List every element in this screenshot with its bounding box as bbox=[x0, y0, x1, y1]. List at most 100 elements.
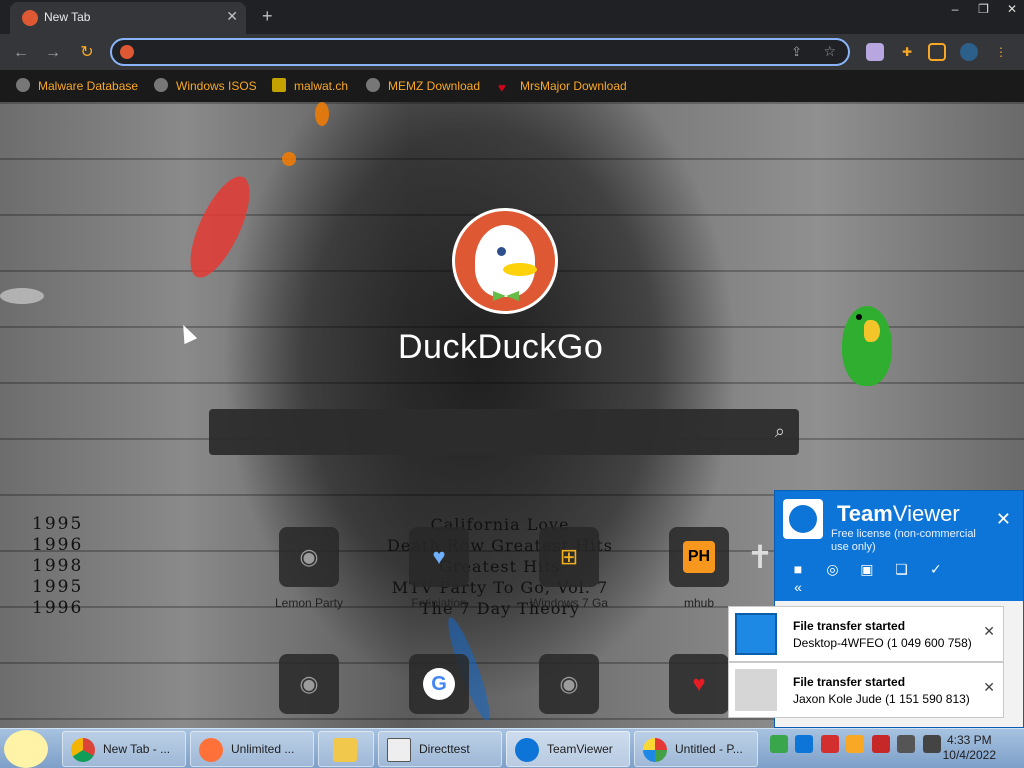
collapse-icon[interactable]: « bbox=[783, 579, 813, 595]
shortcut-tile[interactable]: ♥ bbox=[669, 654, 729, 714]
windows-icon: ⊞ bbox=[559, 544, 579, 569]
tray-icon[interactable] bbox=[770, 735, 788, 753]
year-text: 1996 bbox=[32, 535, 84, 555]
duckduckgo-favicon-icon bbox=[22, 10, 38, 26]
parrot-character[interactable] bbox=[836, 298, 898, 394]
globe-icon bbox=[154, 78, 168, 92]
clock-time: 4:33 PM bbox=[946, 733, 992, 747]
side-panel-icon[interactable] bbox=[928, 43, 946, 61]
year-text: 1995 bbox=[32, 514, 84, 534]
file-transfer-notification[interactable]: File transfer started Desktop-4WFEO (1 0… bbox=[728, 606, 1004, 662]
tab-new-tab[interactable]: New Tab ✕ bbox=[10, 2, 246, 34]
globe-icon: ◉ bbox=[299, 671, 319, 696]
reload-icon[interactable]: ↻ bbox=[76, 42, 98, 64]
forward-arrow-icon[interactable]: → bbox=[42, 42, 64, 64]
user-avatar-icon bbox=[735, 669, 777, 711]
paint-splatter bbox=[282, 152, 296, 166]
shortcut-label: Fetiniation bbox=[411, 596, 467, 610]
ph-icon: PH bbox=[683, 541, 715, 573]
firefox-icon bbox=[199, 738, 223, 762]
heart-icon: ♥ bbox=[432, 544, 446, 569]
new-tab-button[interactable]: + bbox=[262, 6, 273, 27]
year-text: 1995 bbox=[32, 577, 84, 597]
bookmark-malware-database[interactable]: Malware Database bbox=[16, 77, 138, 95]
minimize-button[interactable]: – bbox=[943, 0, 967, 18]
headset-icon[interactable]: ◎ bbox=[817, 561, 847, 578]
clock[interactable]: 4:33 PM 10/4/2022 bbox=[943, 733, 996, 763]
bookmark-memz-download[interactable]: MEMZ Download bbox=[366, 77, 480, 95]
paint-splatter bbox=[315, 102, 329, 126]
notification-close-icon[interactable]: ✕ bbox=[983, 623, 995, 640]
notification-detail: Desktop-4WFEO (1 049 600 758) bbox=[793, 636, 972, 650]
album-text: Greatest Hits bbox=[439, 557, 561, 576]
flag-icon[interactable] bbox=[871, 735, 890, 753]
shortcut-google[interactable]: G bbox=[409, 654, 469, 714]
paint-splatter bbox=[178, 168, 262, 286]
google-icon: G bbox=[423, 668, 455, 700]
taskbar-item-paint[interactable]: Untitled - P... bbox=[634, 731, 758, 767]
clock-date: 10/4/2022 bbox=[942, 748, 996, 762]
years-list: 1995 1996 1998 1995 1996 bbox=[32, 514, 83, 619]
profile-avatar[interactable] bbox=[960, 43, 978, 61]
taskbar-item-teamviewer[interactable]: TeamViewer bbox=[506, 731, 630, 767]
close-window-button[interactable]: ✕ bbox=[1000, 0, 1024, 18]
search-tray-icon[interactable] bbox=[846, 735, 865, 753]
teamviewer-tray-icon[interactable] bbox=[795, 735, 814, 753]
share-icon[interactable]: ⇪ bbox=[791, 44, 802, 60]
tab-close-icon[interactable]: ✕ bbox=[226, 8, 238, 25]
search-box[interactable]: ⌕ bbox=[209, 409, 799, 455]
album-list: California Love Death Row Greatest Hits … bbox=[320, 514, 680, 619]
shortcut-tile[interactable]: ◉ bbox=[539, 654, 599, 714]
site-info-icon[interactable] bbox=[120, 45, 134, 59]
duckduckgo-logo bbox=[452, 208, 558, 314]
shortcut-fetiniation[interactable]: ♥ bbox=[409, 527, 469, 587]
taskbar-item-explorer[interactable] bbox=[318, 731, 374, 767]
tab-strip: New Tab ✕ + – ❐ ✕ bbox=[0, 0, 1024, 34]
globe-icon: ◉ bbox=[559, 671, 579, 696]
extension-cat-icon[interactable] bbox=[866, 43, 884, 61]
start-button[interactable] bbox=[4, 730, 48, 768]
bookmarks-bar: Malware Database Windows ISOS malwat.ch … bbox=[0, 70, 1024, 102]
mouse-cursor bbox=[176, 321, 198, 345]
notification-close-icon[interactable]: ✕ bbox=[983, 679, 995, 696]
tray-icon[interactable] bbox=[820, 735, 839, 753]
address-input[interactable] bbox=[142, 43, 766, 63]
bookmark-mrsmajor-download[interactable]: ♥ MrsMajor Download bbox=[498, 77, 627, 95]
tools-icon[interactable]: ✓ bbox=[921, 561, 951, 578]
album-text: The 7 Day Theory bbox=[419, 599, 581, 618]
browser-toolbar: ← → ↻ ⇪ ☆ ✚ ⋮ bbox=[0, 34, 1024, 70]
license-text: Free license (non-commercial use only) bbox=[831, 528, 976, 553]
files-icon[interactable]: ❏ bbox=[886, 561, 916, 578]
bookmark-windows-isos[interactable]: Windows ISOS bbox=[154, 77, 257, 95]
bookmark-malwatch[interactable]: malwat.ch bbox=[272, 77, 348, 95]
shortcut-pornhub[interactable]: PH bbox=[669, 527, 729, 587]
taskbar-item-chrome[interactable]: New Tab - ... bbox=[62, 731, 186, 767]
bookmark-star-icon[interactable]: ☆ bbox=[823, 43, 836, 60]
shortcut-label: Windows 7 Ga bbox=[529, 596, 609, 610]
paint-icon bbox=[643, 738, 667, 762]
search-icon[interactable]: ⌕ bbox=[775, 421, 785, 442]
extensions-puzzle-icon[interactable]: ✚ bbox=[898, 43, 916, 61]
shortcut-windows-7-ga[interactable]: ⊞ bbox=[539, 527, 599, 587]
window-controls: – ❐ ✕ bbox=[943, 0, 1024, 20]
file-transfer-notification[interactable]: File transfer started Jaxon Kole Jude (1… bbox=[728, 662, 1004, 718]
shortcut-lemon-party[interactable]: ◉ bbox=[279, 527, 339, 587]
taskbar: New Tab - ... Unlimited ... Directtest T… bbox=[0, 728, 1024, 768]
shortcut-tile[interactable]: ◉ bbox=[279, 654, 339, 714]
system-tray bbox=[770, 735, 944, 763]
network-icon[interactable] bbox=[897, 735, 916, 753]
search-input[interactable] bbox=[223, 421, 747, 445]
notification-detail: Jaxon Kole Jude (1 151 590 813) bbox=[793, 692, 970, 706]
taskbar-item-firefox[interactable]: Unlimited ... bbox=[190, 731, 314, 767]
back-arrow-icon[interactable]: ← bbox=[10, 42, 32, 64]
chat-icon[interactable]: ▣ bbox=[852, 561, 882, 578]
address-bar[interactable]: ⇪ ☆ bbox=[110, 38, 850, 66]
shortcut-cross[interactable]: ✝ bbox=[744, 527, 774, 587]
volume-icon[interactable] bbox=[922, 735, 941, 753]
menu-kebab-icon[interactable]: ⋮ bbox=[992, 43, 1010, 61]
maximize-button[interactable]: ❐ bbox=[972, 0, 996, 18]
heart-icon: ♥ bbox=[498, 80, 506, 95]
taskbar-item-directtest[interactable]: Directtest bbox=[378, 731, 502, 767]
teamviewer-close-icon[interactable]: ✕ bbox=[996, 509, 1011, 530]
video-camera-icon[interactable]: ■ bbox=[783, 561, 813, 577]
